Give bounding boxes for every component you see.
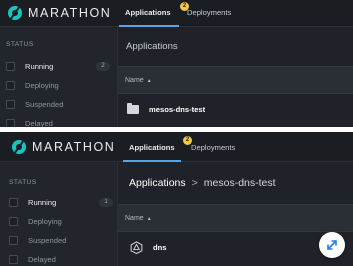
app-name-cell[interactable]: dns [153,243,167,252]
tab-deployments[interactable]: Deployments [187,8,231,17]
checkbox[interactable] [9,235,18,245]
status-sidebar: STATUS Running 1 Deploying Suspended Del… [0,162,118,266]
checkbox[interactable] [9,216,18,226]
breadcrumb-separator: > [191,177,198,189]
filter-label: Running [25,61,54,71]
app-window-bottom: MARATHON Applications 2 Deployments STAT… [0,132,353,266]
running-count: 2 [96,61,110,71]
filter-running[interactable]: Running 2 [6,58,110,74]
filter-label: Suspended [25,99,64,109]
breadcrumb-current: mesos-dns-test [203,177,276,189]
running-count: 1 [99,197,113,207]
app-name: MARATHON [32,140,116,154]
checkbox[interactable] [6,80,15,90]
sort-asc-icon: ▲ [146,216,152,222]
marathon-logo[interactable]: MARATHON [12,140,115,154]
table-header: Name ▲ [118,204,353,232]
table-row[interactable]: mesos-dns-test [118,97,353,121]
expand-button[interactable] [319,232,345,258]
app-name: MARATHON [28,6,112,20]
status-heading: STATUS [9,179,37,186]
status-heading: STATUS [6,41,34,48]
column-header-label: Name [125,77,144,84]
column-header-name[interactable]: Name ▲ [125,77,152,84]
filter-label: Suspended [28,235,67,245]
tab-deployments[interactable]: Deployments [191,143,235,152]
marathon-logo-icon [12,140,26,154]
filter-deploying[interactable]: Deploying [6,77,110,93]
column-header-label: Name [125,215,144,222]
sort-asc-icon: ▲ [146,78,152,84]
tab-applications[interactable]: Applications [129,143,175,152]
filter-suspended[interactable]: Suspended [6,96,110,112]
filter-delayed[interactable]: Delayed [6,115,110,127]
expand-icon [327,240,337,250]
filter-label: Deploying [25,80,59,90]
filter-delayed[interactable]: Delayed [9,251,113,266]
breadcrumb: Applications > mesos-dns-test [129,177,276,189]
main-content: Applications > mesos-dns-test Name ▲ dns [118,162,353,266]
filter-deploying[interactable]: Deploying [9,213,113,229]
filter-label: Deploying [28,216,62,226]
checkbox[interactable] [6,118,15,127]
table-header: Name ▲ [118,66,353,94]
page-title: Applications [126,41,178,52]
marathon-logo-icon [8,6,22,20]
status-sidebar: STATUS Running 2 Deploying Suspended Del… [0,27,118,127]
column-header-name[interactable]: Name ▲ [125,215,152,222]
checkbox[interactable] [6,61,15,71]
filter-label: Running [28,197,57,207]
breadcrumb-root[interactable]: Applications [129,177,186,189]
marathon-logo[interactable]: MARATHON [8,6,111,20]
checkbox[interactable] [9,254,18,264]
top-navbar: MARATHON Applications 2 Deployments [0,132,353,162]
app-icon [130,241,143,254]
checkbox[interactable] [9,197,18,207]
folder-icon [127,103,139,114]
app-name-cell[interactable]: mesos-dns-test [149,105,205,114]
filter-running[interactable]: Running 1 [9,194,113,210]
main-content: Applications Name ▲ mesos-dns-test [118,27,353,127]
tab-applications[interactable]: Applications [125,8,171,17]
table-row[interactable]: dns [118,235,353,259]
checkbox[interactable] [6,99,15,109]
top-navbar: MARATHON Applications 2 Deployments [0,0,353,27]
filter-label: Delayed [28,254,56,264]
filter-suspended[interactable]: Suspended [9,232,113,248]
app-window-top: MARATHON Applications 2 Deployments STAT… [0,0,353,127]
filter-label: Delayed [25,118,53,128]
